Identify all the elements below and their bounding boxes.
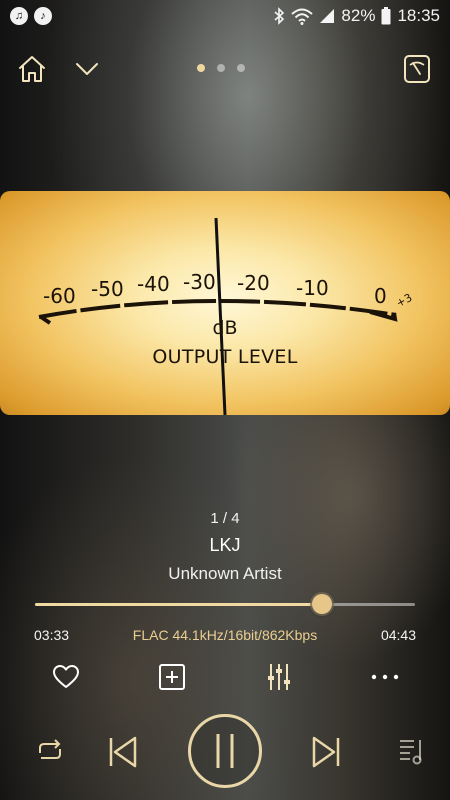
collapse-button[interactable] [74, 56, 100, 82]
vu-meter-icon [404, 55, 430, 83]
track-index: 1 / 4 [210, 510, 240, 527]
vu-title: OUTPUT LEVEL [152, 346, 298, 368]
scale-label: -30 [183, 270, 216, 294]
seek-bar[interactable] [35, 594, 415, 614]
equalizer-icon [268, 664, 290, 690]
signal-icon [319, 8, 335, 24]
vu-unit: dB [212, 317, 238, 339]
next-button[interactable] [311, 735, 341, 769]
previous-button[interactable] [108, 735, 138, 769]
more-options-button[interactable] [370, 663, 400, 691]
status-bar: ♫ ♪ 82% 18:35 [0, 0, 450, 32]
plus-box-icon [159, 664, 185, 690]
top-bar [0, 52, 450, 88]
track-title: LKJ [209, 535, 241, 555]
page-dot-1[interactable] [197, 64, 205, 72]
battery-icon [381, 7, 391, 25]
clock: 18:35 [397, 6, 440, 25]
skip-previous-icon [109, 736, 137, 768]
more-icon [371, 674, 399, 680]
scale-label: -60 [43, 284, 76, 308]
queue-music-icon [400, 740, 422, 765]
wifi-icon [291, 8, 314, 25]
home-icon [19, 56, 45, 82]
play-pause-button[interactable] [188, 714, 262, 788]
seek-fill [35, 603, 322, 606]
pause-icon [216, 734, 234, 768]
music-app-icon: ♫ [10, 7, 28, 25]
playlist-button[interactable] [398, 736, 426, 766]
chevron-down-icon [76, 63, 98, 75]
bluetooth-icon [273, 7, 285, 25]
repeat-icon [39, 739, 61, 759]
vu-meter-mode-button[interactable] [403, 54, 431, 84]
page-indicator [197, 64, 245, 72]
page-dot-2[interactable] [217, 64, 225, 72]
scale-label: -10 [296, 276, 329, 300]
vu-meter: -60 -50 -40 -30 -20 -10 0 +3 dB OUTPUT L… [0, 191, 450, 415]
skip-next-icon [312, 736, 340, 768]
scale-label: -50 [91, 277, 124, 301]
battery-percent: 82% [341, 6, 376, 25]
equalizer-button[interactable] [265, 662, 293, 692]
seek-thumb[interactable] [311, 594, 332, 614]
track-artist: Unknown Artist [168, 564, 282, 583]
scale-label: -40 [137, 272, 170, 296]
heart-icon [53, 665, 79, 688]
repeat-button[interactable] [35, 736, 65, 766]
audio-app-icon: ♪ [34, 7, 52, 25]
scale-label: 0 [374, 284, 387, 308]
favorite-button[interactable] [52, 663, 80, 691]
total-time: 04:43 [380, 627, 416, 643]
scale-label: -20 [237, 271, 270, 295]
page-dot-3[interactable] [237, 64, 245, 72]
home-button[interactable] [17, 54, 47, 84]
add-to-playlist-button[interactable] [158, 663, 186, 691]
